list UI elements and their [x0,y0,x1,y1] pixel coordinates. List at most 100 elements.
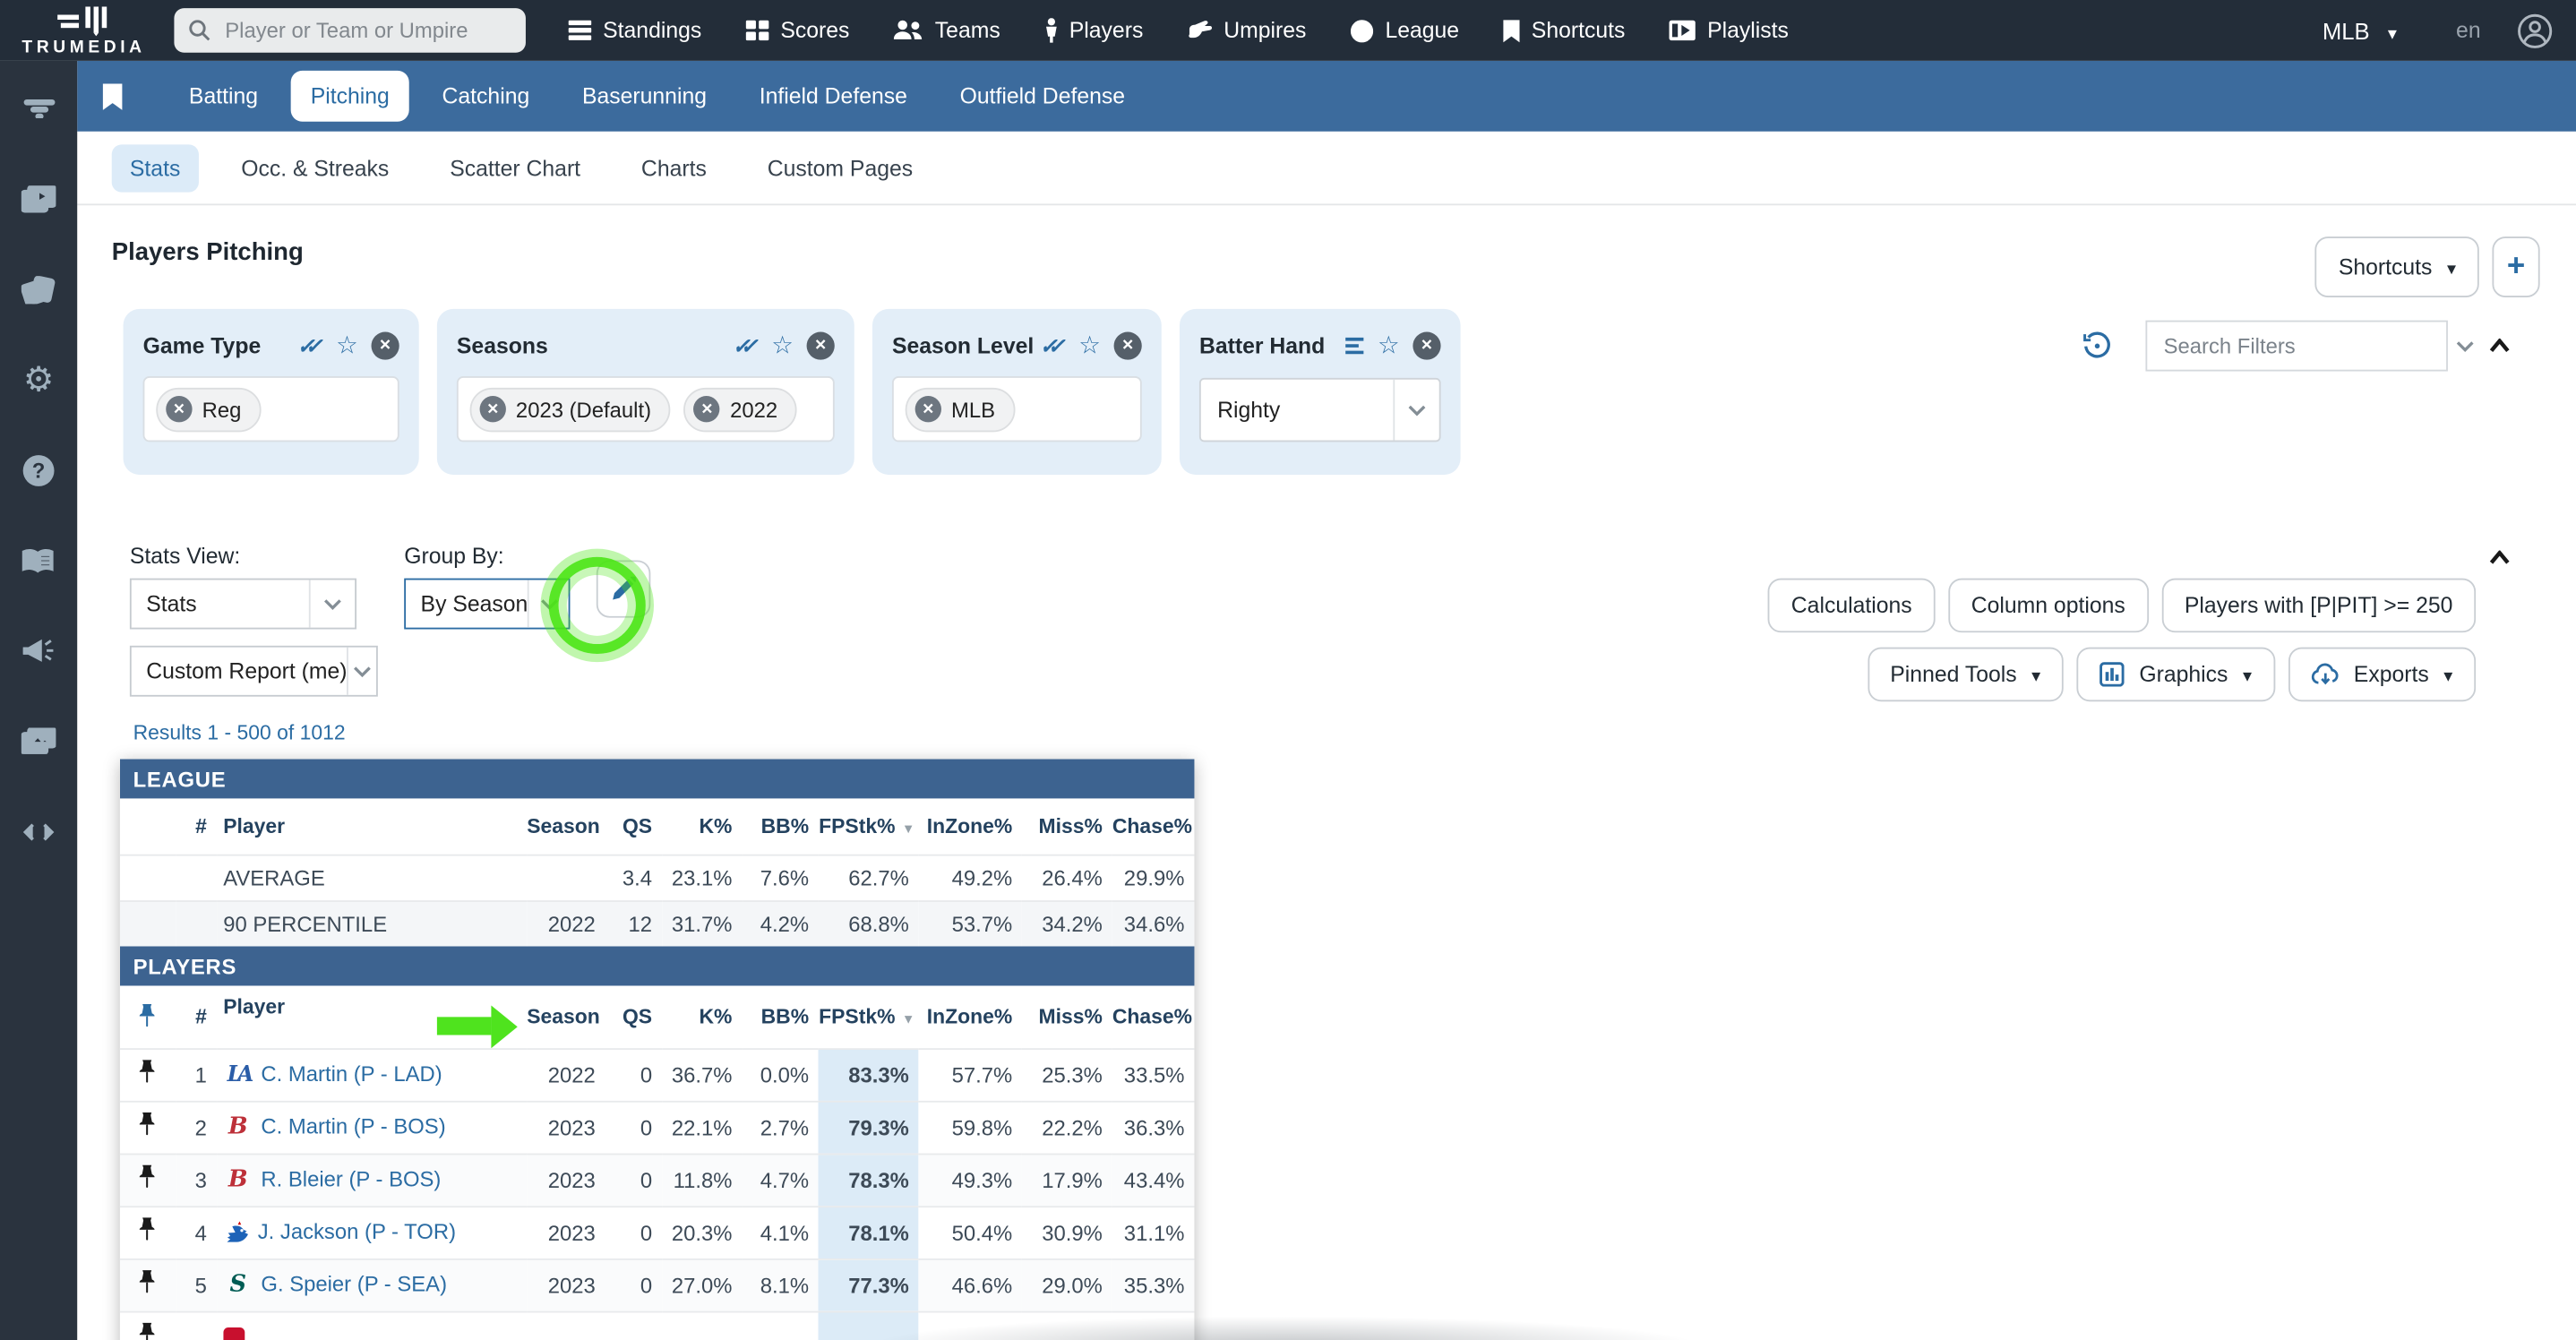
bookmark-page-icon[interactable] [102,83,124,109]
nav-scores[interactable]: Scores [746,18,850,43]
remove-filter-icon[interactable] [807,332,835,360]
col-fpstk[interactable]: FPStk% [819,986,919,1049]
remove-chip-icon[interactable] [166,396,192,422]
player-link[interactable]: G. Speier (P - SEA) [261,1271,447,1296]
add-shortcut-button[interactable] [2492,236,2539,297]
remove-chip-icon[interactable] [694,396,720,422]
tab-batting[interactable]: Batting [169,71,278,122]
video-playlist-icon[interactable] [19,179,58,219]
nav-league[interactable]: League [1351,18,1459,43]
col-qs[interactable]: QS [605,986,662,1049]
filter-chip[interactable]: 2023 (Default) [470,387,671,432]
shortcuts-dropdown-button[interactable]: Shortcuts [2315,236,2479,297]
col-chase[interactable]: Chase% [1112,798,1195,854]
search-input[interactable] [222,16,518,44]
select-all-icon[interactable] [733,331,759,361]
pin-row-icon[interactable] [139,1270,157,1295]
nav-playlists[interactable]: Playlists [1670,18,1789,43]
col-bb[interactable]: BB% [742,798,819,854]
col-miss[interactable]: Miss% [1022,986,1112,1049]
tab-catching[interactable]: Catching [422,71,549,122]
col-season[interactable]: Season [527,798,605,854]
player-link[interactable]: J. Jackson (P - TOR) [258,1218,456,1243]
trumedia-logo[interactable]: TRUMEDIA [0,4,167,58]
qualifier-button[interactable]: Players with [P|PIT] >= 250 [2161,579,2476,633]
language-toggle[interactable]: en [2456,18,2481,43]
nav-players[interactable]: Players [1044,18,1143,43]
exports-button[interactable]: Exports [2288,648,2476,702]
global-search[interactable] [174,8,526,53]
tab-charts[interactable]: Charts [623,143,725,191]
col-inzone[interactable]: InZone% [919,798,1022,854]
remove-filter-icon[interactable] [1114,332,1142,360]
embed-code-icon[interactable] [19,812,58,851]
remove-chip-icon[interactable] [915,396,941,422]
tab-custom-pages[interactable]: Custom Pages [750,143,932,191]
flashcards-icon[interactable] [19,270,58,309]
col-chase[interactable]: Chase% [1112,986,1195,1049]
col-k[interactable]: K% [662,798,742,854]
custom-report-select[interactable]: Custom Report (me) [130,646,378,697]
remove-filter-icon[interactable] [372,332,399,360]
pin-row-icon[interactable] [139,1323,157,1340]
star-icon[interactable] [771,331,794,362]
col-player[interactable]: Player [217,986,527,1049]
announcements-icon[interactable] [19,631,58,670]
nav-teams[interactable]: Teams [894,18,1000,43]
batter-hand-select[interactable]: Righty [1199,378,1441,442]
col-rank[interactable]: # [175,986,217,1049]
remove-chip-icon[interactable] [480,396,506,422]
user-avatar[interactable] [2517,13,2553,48]
pinned-tools-button[interactable]: Pinned Tools [1868,648,2064,702]
settings-gear-icon[interactable] [19,360,58,399]
player-link[interactable]: C. Martin (P - BOS) [261,1113,445,1138]
pin-row-icon[interactable] [139,1060,157,1085]
filter-chip[interactable]: MLB [906,387,1015,432]
tab-infield-defense[interactable]: Infield Defense [740,71,927,122]
nav-shortcuts[interactable]: Shortcuts [1504,18,1626,43]
media-gallery-icon[interactable] [19,721,58,760]
filter-chip[interactable]: Reg [156,387,261,432]
select-all-icon[interactable] [297,331,323,361]
player-link[interactable]: C. Martin (P - LAD) [261,1061,442,1087]
collapse-controls-chevron[interactable] [2489,550,2511,565]
search-filters-combo[interactable] [2145,321,2447,372]
glossary-book-icon[interactable] [19,540,58,580]
pin-row-icon[interactable] [139,1112,157,1138]
tab-outfield-defense[interactable]: Outfield Defense [940,71,1145,122]
col-rank[interactable]: # [175,798,217,854]
filter-icon[interactable] [19,89,58,128]
filter-chip[interactable]: 2022 [684,387,797,432]
search-filters-input[interactable] [2147,332,2456,360]
group-by-select[interactable]: By Season [404,579,570,630]
col-bb[interactable]: BB% [742,986,819,1049]
column-options-button[interactable]: Column options [1948,579,2148,633]
col-inzone[interactable]: InZone% [919,986,1022,1049]
col-season[interactable]: Season [527,986,605,1049]
stats-view-select[interactable]: Stats [130,579,356,630]
graphics-button[interactable]: Graphics [2077,648,2275,702]
tab-occ-streaks[interactable]: Occ. & Streaks [223,143,407,191]
star-icon[interactable] [1078,331,1101,362]
nav-standings[interactable]: Standings [569,18,702,43]
pin-row-icon[interactable] [139,1164,157,1190]
pin-column-header[interactable] [120,986,175,1049]
tab-scatter-chart[interactable]: Scatter Chart [432,143,598,191]
help-icon[interactable] [19,451,58,490]
remove-filter-icon[interactable] [1413,332,1440,360]
player-link[interactable]: R. Bleier (P - BOS) [261,1166,441,1191]
collapse-filters-chevron[interactable] [2489,339,2511,354]
tab-baserunning[interactable]: Baserunning [562,71,726,122]
filter-history-icon[interactable] [2083,332,2111,360]
col-miss[interactable]: Miss% [1022,798,1112,854]
select-all-icon[interactable] [1040,331,1066,361]
star-icon[interactable] [1378,331,1400,362]
list-icon[interactable] [1344,337,1365,355]
tab-pitching[interactable]: Pitching [291,71,409,122]
star-icon[interactable] [336,331,358,362]
league-selector[interactable]: MLB [2323,17,2397,43]
calculations-button[interactable]: Calculations [1768,579,1935,633]
nav-umpires[interactable]: Umpires [1188,18,1307,43]
col-k[interactable]: K% [662,986,742,1049]
col-player[interactable]: Player [217,798,527,854]
